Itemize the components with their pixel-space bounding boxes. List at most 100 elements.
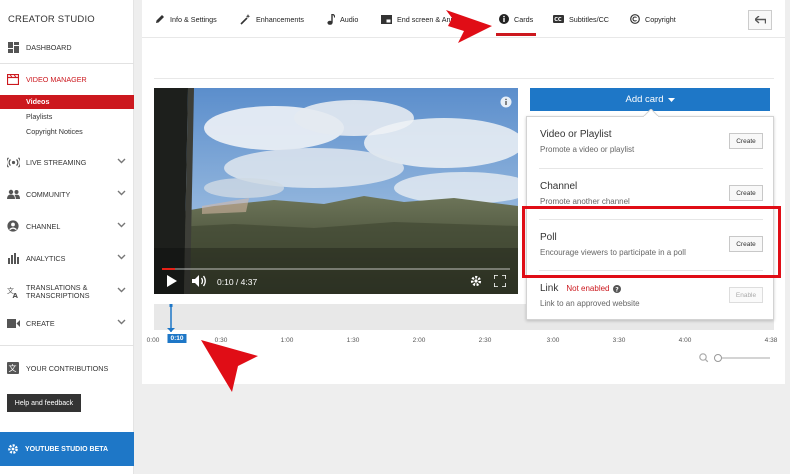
chevron-down-icon[interactable]	[117, 317, 126, 328]
chevron-down-icon[interactable]	[117, 285, 126, 296]
tick-label: 4:38	[764, 337, 778, 344]
channel-icon	[6, 219, 20, 233]
beta-label: YOUTUBE STUDIO BETA	[25, 445, 109, 453]
sidebar-item-label: COMMUNITY	[26, 189, 71, 199]
card-option-title-row: Link Not enabled ?	[540, 283, 621, 294]
caret-down-icon	[667, 97, 675, 102]
help-feedback-button[interactable]: Help and feedback	[7, 394, 81, 412]
sidebar-sub-copyright-notices[interactable]: Copyright Notices	[0, 125, 134, 139]
video-progress-fill	[162, 268, 175, 270]
tab-copyright[interactable]: Copyright	[630, 0, 676, 38]
fullscreen-icon[interactable]	[494, 275, 506, 287]
card-option-link: Link Not enabled ? Link to an approved w…	[539, 271, 763, 322]
tick-label: 0:00	[146, 337, 160, 344]
add-card-button[interactable]: Add card	[530, 88, 770, 111]
back-button[interactable]	[748, 10, 772, 30]
gear-icon	[7, 443, 19, 455]
tab-bar: Info & Settings Enhancements Audio End s…	[142, 0, 785, 38]
zoom-slider[interactable]	[698, 351, 778, 365]
video-info-icon[interactable]	[500, 96, 512, 108]
camera-icon	[6, 316, 20, 330]
svg-text:?: ?	[615, 286, 619, 293]
undo-arrow-icon	[753, 11, 766, 29]
tab-subtitles[interactable]: CC Subtitles/CC	[553, 0, 609, 38]
card-option-title: Link	[540, 283, 559, 294]
create-channel-card-button[interactable]: Create	[729, 185, 763, 201]
sidebar-item-create[interactable]: CREATE	[0, 313, 134, 333]
tab-label: End screen & Anno	[397, 14, 459, 24]
chevron-down-icon[interactable]	[117, 188, 126, 199]
settings-gear-icon[interactable]	[470, 275, 482, 287]
video-player[interactable]: 0:10 / 4:37	[154, 88, 518, 294]
video-time-readout: 0:10 / 4:37	[217, 277, 258, 287]
poll-highlight-box	[522, 206, 781, 278]
youtube-studio-beta-link[interactable]: YOUTUBE STUDIO BETA	[0, 432, 134, 466]
info-icon	[499, 14, 509, 24]
tick-label: 0:30	[214, 337, 228, 344]
volume-icon[interactable]	[191, 274, 207, 288]
video-progress-bar[interactable]	[162, 268, 510, 270]
chevron-down-icon[interactable]	[117, 252, 126, 263]
sidebar-item-community[interactable]: COMMUNITY	[0, 184, 134, 204]
svg-text:CC: CC	[554, 17, 562, 23]
sidebar-sub-videos[interactable]: Videos	[0, 95, 134, 109]
tab-label: Enhancements	[256, 14, 304, 24]
create-video-card-button[interactable]: Create	[729, 133, 763, 149]
card-option-title: Channel	[540, 181, 578, 192]
contributions-icon: 文	[6, 361, 20, 375]
sidebar-sub-playlists[interactable]: Playlists	[0, 110, 134, 124]
translate-icon: 文A	[6, 285, 20, 299]
cc-icon: CC	[553, 15, 564, 23]
card-option-title: Video or Playlist	[540, 129, 612, 140]
tab-label: Copyright	[645, 14, 676, 24]
enable-link-card-button[interactable]: Enable	[729, 287, 763, 303]
timeline-playhead[interactable]	[164, 304, 178, 332]
sidebar-item-your-contributions[interactable]: 文 YOUR CONTRIBUTIONS	[0, 358, 134, 378]
tab-info-settings[interactable]: Info & Settings	[155, 0, 217, 38]
not-enabled-status: Not enabled	[566, 284, 610, 293]
svg-text:A: A	[13, 292, 19, 298]
sidebar-title[interactable]: CREATOR STUDIO	[8, 14, 95, 25]
tick-label: 1:00	[280, 337, 294, 344]
card-option-video-playlist: Video or Playlist Promote a video or pla…	[539, 117, 763, 168]
chevron-down-icon[interactable]	[117, 156, 126, 167]
analytics-icon	[6, 251, 20, 265]
sidebar-item-dashboard[interactable]: DASHBOARD	[0, 37, 134, 57]
sidebar-item-label: LIVE STREAMING	[26, 157, 87, 167]
tab-audio[interactable]: Audio	[327, 0, 358, 38]
help-icon[interactable]: ?	[612, 284, 621, 293]
sidebar-item-channel[interactable]: CHANNEL	[0, 216, 134, 236]
tick-label: 1:30	[346, 337, 360, 344]
tab-enhancements[interactable]: Enhancements	[240, 0, 304, 38]
end-screen-icon	[381, 14, 392, 24]
sidebar-item-analytics[interactable]: ANALYTICS	[0, 248, 134, 268]
svg-text:文: 文	[9, 363, 17, 373]
sidebar-item-translations[interactable]: 文A TRANSLATIONS & TRANSCRIPTIONS	[0, 281, 134, 303]
play-button[interactable]	[166, 274, 178, 288]
sidebar-item-live-streaming[interactable]: LIVE STREAMING	[0, 152, 134, 172]
sidebar-item-label: ANALYTICS	[26, 253, 66, 263]
sidebar-item-video-manager[interactable]: VIDEO MANAGER	[0, 69, 134, 89]
sidebar-item-label: TRANSLATIONS & TRANSCRIPTIONS	[26, 284, 90, 300]
sidebar-item-label: DASHBOARD	[26, 42, 72, 52]
tab-end-screen[interactable]: End screen & Anno	[381, 0, 459, 38]
sidebar-item-label: VIDEO MANAGER	[26, 74, 87, 84]
tick-label: 2:30	[478, 337, 492, 344]
community-icon	[6, 187, 20, 201]
tick-label: 3:30	[612, 337, 626, 344]
tick-label: 3:00	[546, 337, 560, 344]
pencil-icon	[155, 14, 165, 24]
current-time-badge: 0:10	[167, 334, 187, 343]
chevron-down-icon[interactable]	[117, 220, 126, 231]
add-card-label: Add card	[625, 94, 664, 105]
divider	[0, 63, 134, 64]
menu-pointer	[643, 109, 659, 117]
translations-line-2: TRANSCRIPTIONS	[26, 291, 90, 300]
dashboard-icon	[6, 40, 20, 54]
tab-cards[interactable]: Cards	[495, 0, 537, 38]
tab-label: Cards	[514, 14, 534, 24]
video-frame	[154, 88, 518, 294]
divider	[154, 78, 774, 79]
divider	[0, 345, 134, 346]
main-panel: Info & Settings Enhancements Audio End s…	[142, 0, 785, 384]
